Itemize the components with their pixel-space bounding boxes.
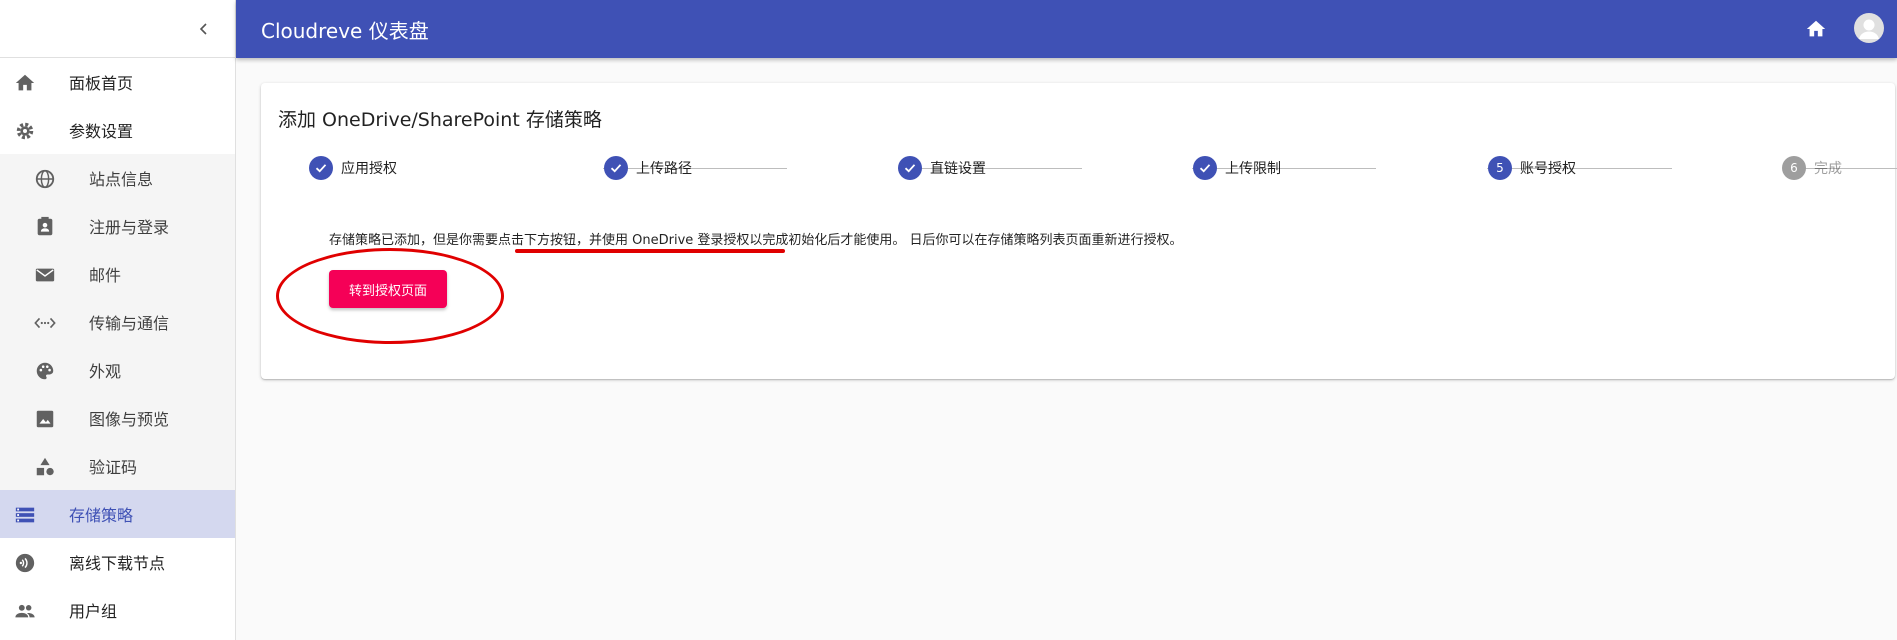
sidebar-nav: 面板首页 参数设置 站点信息 注册与登录 邮件 传输与通信 外观 图像与预览 验… [0,58,235,634]
sidebar-item-user-groups[interactable]: 用户组 [0,586,235,634]
page-title: 添加 OneDrive/SharePoint 存储策略 [278,109,602,131]
sidebar-item-label: 外观 [89,362,122,381]
sidebar-header [0,0,235,58]
check-icon [309,156,333,180]
step-direct-link-settings: 直链设置 [898,153,986,183]
step-label: 直链设置 [930,161,986,177]
sidebar-item-image-preview[interactable]: 图像与预览 [0,394,235,442]
step-upload-path: 上传路径 [604,153,692,183]
sidebar-item-label: 站点信息 [89,170,154,189]
sidebar-item-transfer[interactable]: 传输与通信 [0,298,235,346]
add-storage-policy-card: 添加 OneDrive/SharePoint 存储策略 应用授权 上传路径 直链… [261,83,1897,379]
check-icon [898,156,922,180]
sidebar-item-label: 用户组 [69,602,118,621]
sidebar-item-storage-policy[interactable]: 存储策略 [0,490,235,538]
sidebar-item-label: 参数设置 [69,122,134,141]
app-bar: Cloudreve 仪表盘 [236,0,1897,58]
chevron-left-icon [199,23,207,35]
sidebar-item-label: 存储策略 [69,506,134,525]
sidebar-item-label: 传输与通信 [89,314,170,333]
step-label: 应用授权 [341,161,397,177]
home-button[interactable] [1801,14,1831,44]
sidebar-item-site-info[interactable]: 站点信息 [0,154,235,202]
user-avatar-icon [1859,19,1879,39]
sidebar-item-settings[interactable]: 参数设置 [0,106,235,154]
gear-icon [13,119,37,143]
step-upload-limits: 上传限制 [1193,153,1281,183]
step-number: 6 [1782,156,1806,180]
sidebar-item-label: 面板首页 [69,74,134,93]
sidebar-item-label: 验证码 [89,458,138,477]
sidebar-item-label: 图像与预览 [89,410,170,429]
app-title: Cloudreve 仪表盘 [261,18,429,43]
sidebar-item-appearance[interactable]: 外观 [0,346,235,394]
stepper: 应用授权 上传路径 直链设置 上传限制 5 账号授权 6 完成 [261,153,1897,183]
go-to-authorization-button[interactable]: 转到授权页面 [329,270,447,308]
check-icon [1193,156,1217,180]
step-app-authorization: 应用授权 [309,153,397,183]
red-underline-annotation [515,249,785,253]
sidebar-item-offline-download-node[interactable]: 离线下载节点 [0,538,235,586]
authorization-description: 存储策略已添加，但是你需要点击下方按钮，并使用 OneDrive 登录授权以完成… [329,233,1183,248]
download-node-icon [13,551,37,575]
sidebar-item-label: 注册与登录 [89,218,170,237]
sidebar-item-label: 离线下载节点 [69,554,166,573]
shapes-icon [33,455,57,479]
sidebar: 面板首页 参数设置 站点信息 注册与登录 邮件 传输与通信 外观 图像与预览 验… [0,0,236,640]
step-label: 账号授权 [1520,161,1576,177]
globe-icon [33,167,57,191]
sidebar-item-label: 邮件 [89,266,122,285]
sidebar-item-register-login[interactable]: 注册与登录 [0,202,235,250]
people-icon [13,599,37,623]
storage-list-icon [13,503,37,527]
step-label: 上传限制 [1225,161,1281,177]
collapse-sidebar-button[interactable] [191,16,217,42]
mail-icon [33,263,57,287]
home-icon [1806,20,1826,37]
step-label: 上传路径 [636,161,692,177]
step-finish: 6 完成 [1782,153,1842,183]
code-dots-icon [33,311,57,335]
sidebar-item-dashboard-home[interactable]: 面板首页 [0,58,235,106]
step-account-authorization: 5 账号授权 [1488,153,1576,183]
check-icon [604,156,628,180]
avatar[interactable] [1854,13,1884,43]
sidebar-item-mail[interactable]: 邮件 [0,250,235,298]
step-label: 完成 [1814,161,1842,177]
palette-icon [33,359,57,383]
contact-card-icon [33,215,57,239]
sidebar-item-captcha[interactable]: 验证码 [0,442,235,490]
step-number: 5 [1488,156,1512,180]
home-icon [13,71,37,95]
image-icon [33,407,57,431]
